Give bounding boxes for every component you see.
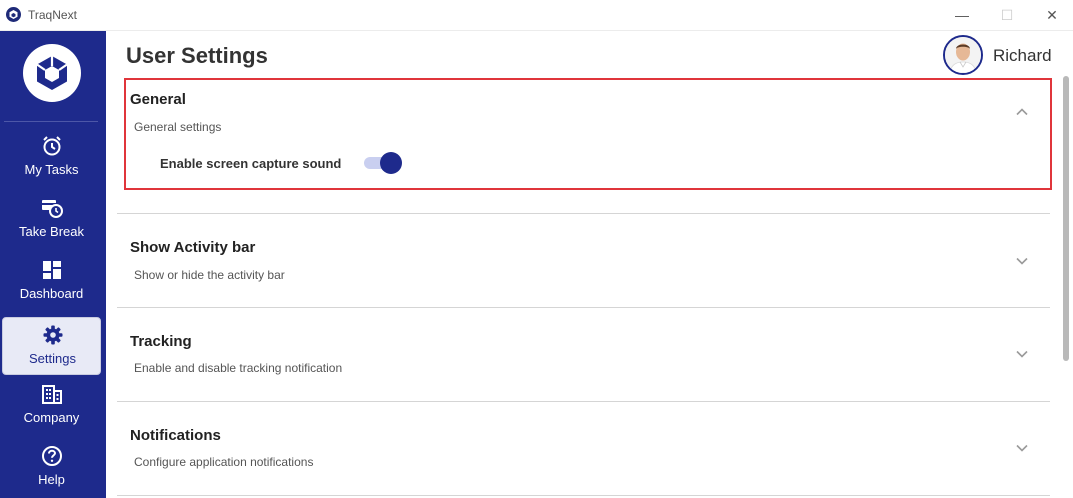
sidebar-item-label: Take Break: [18, 224, 85, 239]
settings-section-general: General General settings: [117, 78, 1050, 190]
settings-section-notifications[interactable]: Notifications Configure application noti…: [117, 402, 1050, 495]
sidebar-divider: [4, 121, 98, 122]
scrollbar[interactable]: [1061, 74, 1071, 498]
sidebar-item-label: Help: [38, 472, 65, 487]
chevron-down-icon[interactable]: [1014, 440, 1030, 456]
app-title: TraqNext: [28, 8, 77, 22]
sidebar-item-take-break[interactable]: Take Break: [2, 191, 101, 249]
screen-capture-sound-label: Enable screen capture sound: [160, 156, 342, 171]
alarm-clock-icon: [2, 135, 101, 157]
section-title: General: [130, 91, 186, 108]
maximize-button[interactable]: ☐: [992, 4, 1022, 26]
section-title: Show Activity bar: [130, 239, 256, 256]
sidebar-item-label: Settings: [29, 351, 76, 366]
section-title: Notifications: [130, 427, 221, 444]
close-button[interactable]: ✕: [1037, 4, 1067, 26]
toggle-thumb: [380, 152, 402, 174]
dashboard-icon: [2, 259, 101, 281]
scrollbar-thumb[interactable]: [1063, 76, 1069, 361]
section-subtitle: Show or hide the activity bar: [134, 268, 285, 282]
section-subtitle: Configure application notifications: [134, 455, 314, 469]
chevron-up-icon[interactable]: [1014, 104, 1030, 120]
sidebar-item-dashboard[interactable]: Dashboard: [2, 253, 101, 311]
user-avatar[interactable]: [943, 35, 983, 75]
sidebar-item-settings[interactable]: Settings: [2, 317, 101, 375]
title-bar: TraqNext — ☐ ✕: [0, 0, 1073, 31]
user-name[interactable]: Richard: [993, 46, 1052, 66]
chevron-down-icon[interactable]: [1014, 253, 1030, 269]
sidebar-item-label: Company: [23, 410, 80, 425]
chevron-down-icon[interactable]: [1014, 346, 1030, 362]
sidebar-item-my-tasks[interactable]: My Tasks: [2, 129, 101, 187]
help-icon: [2, 445, 101, 467]
section-subtitle: Enable and disable tracking notification: [134, 361, 343, 375]
section-divider: [117, 495, 1050, 496]
screen-capture-sound-toggle[interactable]: [364, 152, 402, 174]
sidebar: My Tasks Take Break Dashboard Settings C…: [0, 31, 106, 498]
gear-icon: [3, 324, 102, 346]
settings-section-activity-bar[interactable]: Show Activity bar Show or hide the activ…: [117, 214, 1050, 307]
break-icon: [2, 197, 101, 219]
sidebar-item-label: Dashboard: [19, 286, 84, 301]
section-title: Tracking: [130, 333, 192, 350]
minimize-button[interactable]: —: [947, 4, 977, 26]
settings-section-tracking[interactable]: Tracking Enable and disable tracking not…: [117, 308, 1050, 401]
sidebar-item-help[interactable]: Help: [2, 439, 101, 497]
sidebar-item-company[interactable]: Company: [2, 377, 101, 435]
building-icon: [2, 383, 101, 405]
page-title: User Settings: [126, 43, 268, 68]
app-logo-icon: [6, 7, 21, 22]
app-logo: [23, 44, 81, 102]
section-subtitle: General settings: [134, 120, 222, 134]
sidebar-item-label: My Tasks: [24, 162, 79, 177]
